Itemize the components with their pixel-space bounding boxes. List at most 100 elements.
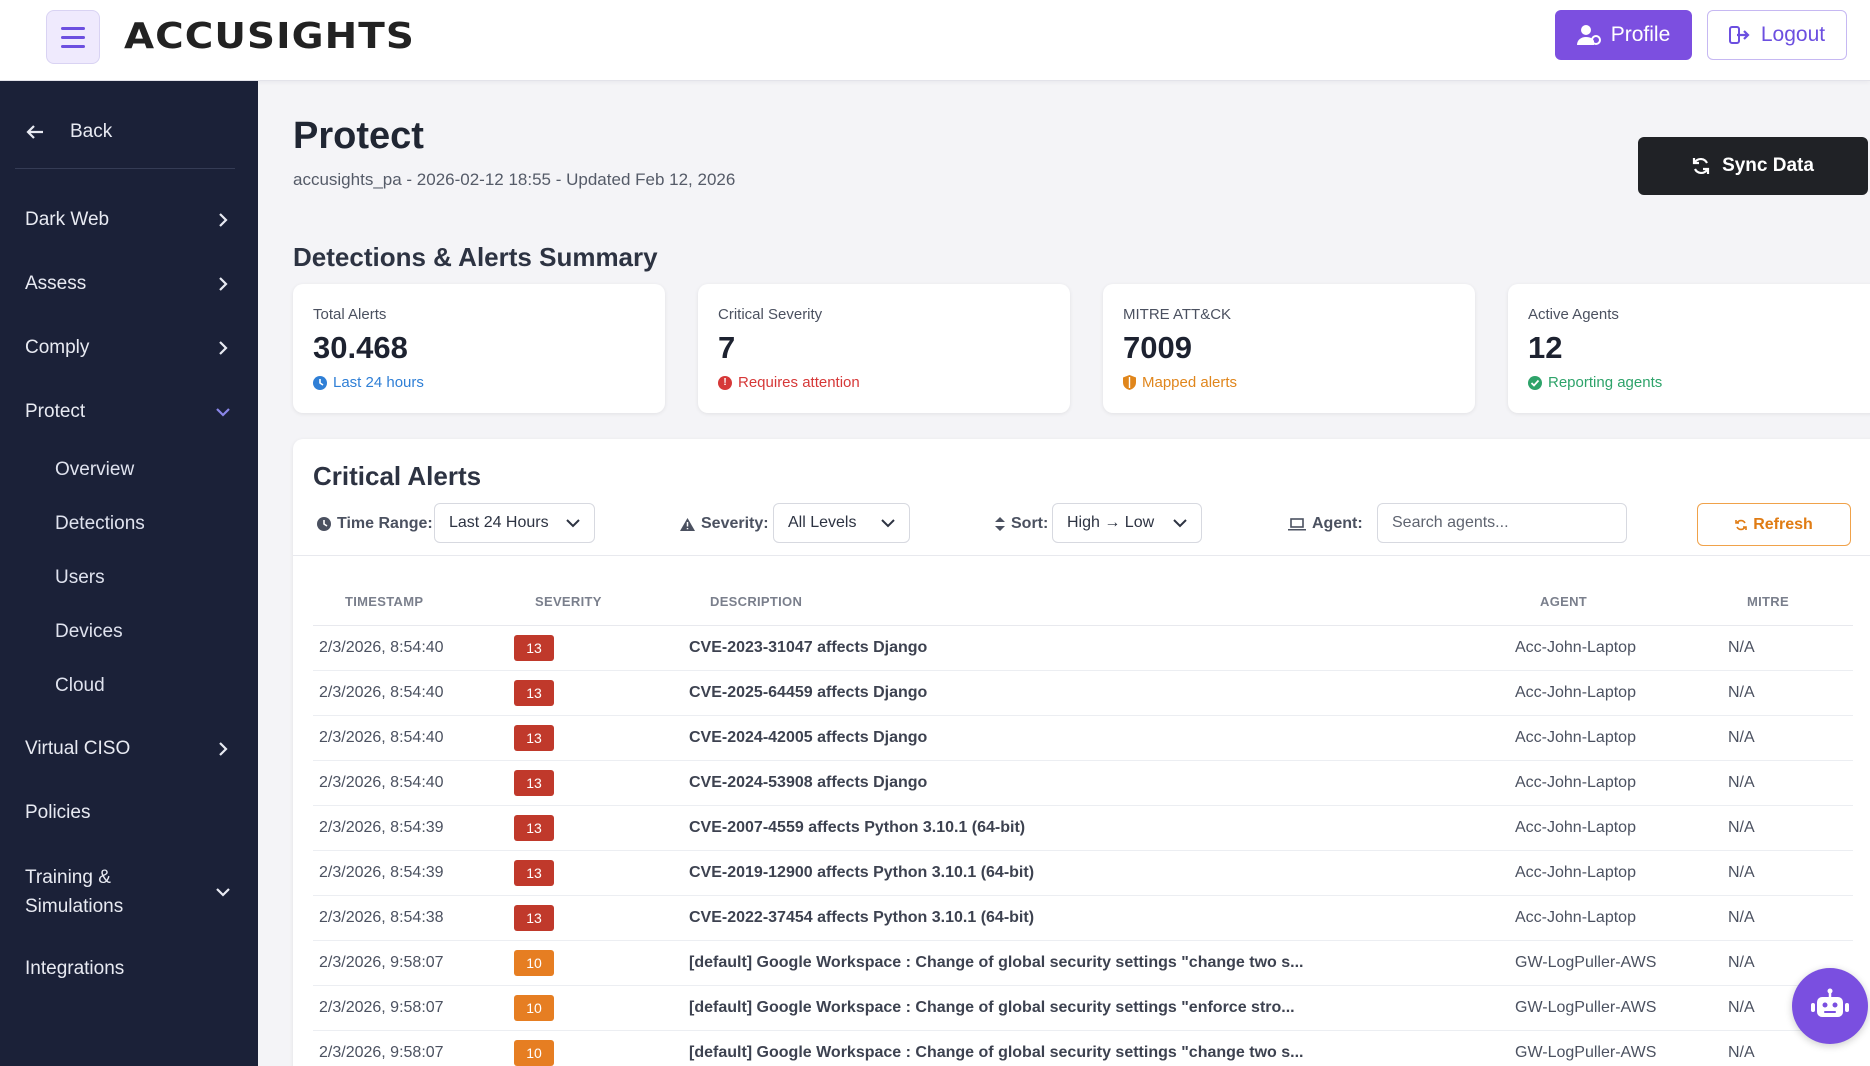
sidebar-item-comply[interactable]: Comply <box>25 337 230 359</box>
logout-button[interactable]: Logout <box>1707 10 1847 60</box>
refresh-button[interactable]: Refresh <box>1697 503 1851 546</box>
sync-data-button[interactable]: Sync Data <box>1638 137 1868 195</box>
chevron-down-icon <box>1173 519 1187 528</box>
sidebar-item-label: Policies <box>25 802 91 823</box>
time-range-label: Time Range: <box>337 515 433 532</box>
critical-alerts-title: Critical Alerts <box>313 461 482 491</box>
agent-filter-label: Agent: <box>1288 515 1363 533</box>
table-row[interactable]: 2/3/2026, 9:58:07 10 [default] Google Work… <box>313 1030 1853 1066</box>
timestamp-cell: 2/3/2026, 9:58:07 <box>313 940 508 986</box>
sidebar-item-virtual-ciso[interactable]: Virtual CISO <box>25 738 230 760</box>
table-row[interactable]: 2/3/2026, 8:54:38 13 CVE-2022-37454 affect… <box>313 895 1853 941</box>
severity-cell: 13 <box>508 625 681 671</box>
severity-cell: 10 <box>508 985 681 1031</box>
table-row[interactable]: 2/3/2026, 8:54:40 13 CVE-2024-53908 affect… <box>313 760 1853 806</box>
table-row[interactable]: 2/3/2026, 8:54:40 13 CVE-2025-64459 affect… <box>313 670 1853 716</box>
sidebar-item-label: Integrations <box>25 958 125 979</box>
sidebar-subitem-overview[interactable]: Overview <box>55 459 134 481</box>
hamburger-line <box>61 26 85 30</box>
column-header-description[interactable]: DESCRIPTION <box>681 579 1508 626</box>
agent-label: Agent: <box>1312 515 1363 532</box>
column-header-severity[interactable]: SEVERITY <box>508 579 681 626</box>
logout-label: Logout <box>1760 23 1826 46</box>
table-row[interactable]: 2/3/2026, 9:58:07 10 [default] Google Work… <box>313 940 1853 986</box>
arrow-left-icon <box>26 125 43 139</box>
agent-search-input[interactable] <box>1377 503 1627 543</box>
mitre-attack-card: MITRE ATT&CK 7009 Mapped alerts <box>1103 284 1475 413</box>
severity-cell: 13 <box>508 805 681 851</box>
alert-icon: ! <box>718 375 732 390</box>
brand-logo[interactable]: ACCUSIGHTS <box>124 16 415 57</box>
sidebar-item-label: Protect <box>25 401 86 422</box>
mitre-cell: N/A <box>1721 715 1853 761</box>
severity-filter-label: Severity: <box>680 515 769 533</box>
menu-toggle-button[interactable] <box>46 10 100 64</box>
timestamp-cell: 2/3/2026, 8:54:39 <box>313 850 508 896</box>
back-link[interactable]: Back <box>26 121 112 143</box>
severity-cell: 10 <box>508 940 681 986</box>
sidebar-item-assess[interactable]: Assess <box>25 273 230 295</box>
sidebar-item-label: Training & Simulations <box>25 863 123 921</box>
table-row[interactable]: 2/3/2026, 8:54:40 13 CVE-2024-42005 affect… <box>313 715 1853 761</box>
profile-button[interactable]: Profile <box>1555 10 1692 60</box>
severity-select[interactable]: All Levels <box>773 503 910 543</box>
agent-cell: Acc-John-Laptop <box>1508 805 1721 851</box>
timestamp-cell: 2/3/2026, 8:54:40 <box>313 670 508 716</box>
column-header-timestamp[interactable]: TIMESTAMP <box>313 579 508 626</box>
severity-cell: 13 <box>508 715 681 761</box>
chatbot-button[interactable] <box>1792 968 1868 1044</box>
agent-cell: GW-LogPuller-AWS <box>1508 985 1721 1031</box>
card-note: ! Requires attention <box>718 374 860 391</box>
severity-badge: 13 <box>514 859 554 886</box>
description-cell: [default] Google Workspace : Change of g… <box>681 1030 1508 1066</box>
table-row[interactable]: 2/3/2026, 9:58:07 10 [default] Google Work… <box>313 985 1853 1031</box>
clock-icon <box>317 517 331 531</box>
column-header-mitre[interactable]: MITRE <box>1721 579 1853 626</box>
sidebar-item-dark-web[interactable]: Dark Web <box>25 209 230 231</box>
sidebar-item-label: Dark Web <box>25 209 110 230</box>
table-row[interactable]: 2/3/2026, 8:54:40 13 CVE-2023-31047 affect… <box>313 625 1853 671</box>
description-cell: CVE-2023-31047 affects Django <box>681 625 1508 671</box>
sidebar-item-training-simulations[interactable]: Training & Simulations <box>25 863 230 921</box>
sort-select[interactable]: High → Low <box>1052 503 1202 543</box>
summary-title: Detections & Alerts Summary <box>293 242 658 272</box>
card-note-text: Mapped alerts <box>1142 374 1238 391</box>
table-row[interactable]: 2/3/2026, 8:54:39 13 CVE-2007-4559 affects… <box>313 805 1853 851</box>
severity-badge: 13 <box>514 724 554 751</box>
table-body: 2/3/2026, 8:54:40 13 CVE-2023-31047 affect… <box>313 625 1853 1066</box>
sidebar-item-integrations[interactable]: Integrations <box>25 958 230 980</box>
severity-badge: 13 <box>514 769 554 796</box>
time-range-value: Last 24 Hours <box>449 514 549 531</box>
sidebar-item-label: Assess <box>25 273 87 294</box>
sidebar-subitem-cloud[interactable]: Cloud <box>55 675 105 697</box>
main-content: Protect accusights_pa - 2026-02-12 18:55… <box>258 81 1870 1066</box>
agent-cell: Acc-John-Laptop <box>1508 760 1721 806</box>
timestamp-cell: 2/3/2026, 8:54:40 <box>313 715 508 761</box>
sync-data-label: Sync Data <box>1722 155 1814 176</box>
agent-cell: Acc-John-Laptop <box>1508 670 1721 716</box>
check-icon <box>1528 375 1542 390</box>
timestamp-cell: 2/3/2026, 9:58:07 <box>313 985 508 1031</box>
card-note: Mapped alerts <box>1123 374 1237 391</box>
card-label: Total Alerts <box>313 306 387 323</box>
chevron-down-icon <box>216 408 230 417</box>
robot-icon <box>1811 988 1849 1017</box>
sidebar-item-protect[interactable]: Protect <box>25 401 230 423</box>
panel-separator <box>293 555 1870 556</box>
time-range-filter-label: Time Range: <box>317 515 433 533</box>
description-cell: CVE-2007-4559 affects Python 3.10.1 (64-… <box>681 805 1508 851</box>
description-cell: CVE-2024-42005 affects Django <box>681 715 1508 761</box>
column-header-agent[interactable]: AGENT <box>1508 579 1721 626</box>
card-label: MITRE ATT&CK <box>1123 306 1232 323</box>
time-range-select[interactable]: Last 24 Hours <box>434 503 595 543</box>
sidebar-subitem-detections[interactable]: Detections <box>55 513 145 535</box>
description-cell: CVE-2025-64459 affects Django <box>681 670 1508 716</box>
table-row[interactable]: 2/3/2026, 8:54:39 13 CVE-2019-12900 affect… <box>313 850 1853 896</box>
severity-badge: 13 <box>514 634 554 661</box>
sidebar-item-policies[interactable]: Policies <box>25 802 230 824</box>
mitre-cell: N/A <box>1721 895 1853 941</box>
sidebar-item-label-line1: Training & <box>25 867 111 888</box>
sidebar-subitem-devices[interactable]: Devices <box>55 621 123 643</box>
sidebar-subitem-users[interactable]: Users <box>55 567 105 589</box>
severity-label: Severity: <box>701 515 769 532</box>
